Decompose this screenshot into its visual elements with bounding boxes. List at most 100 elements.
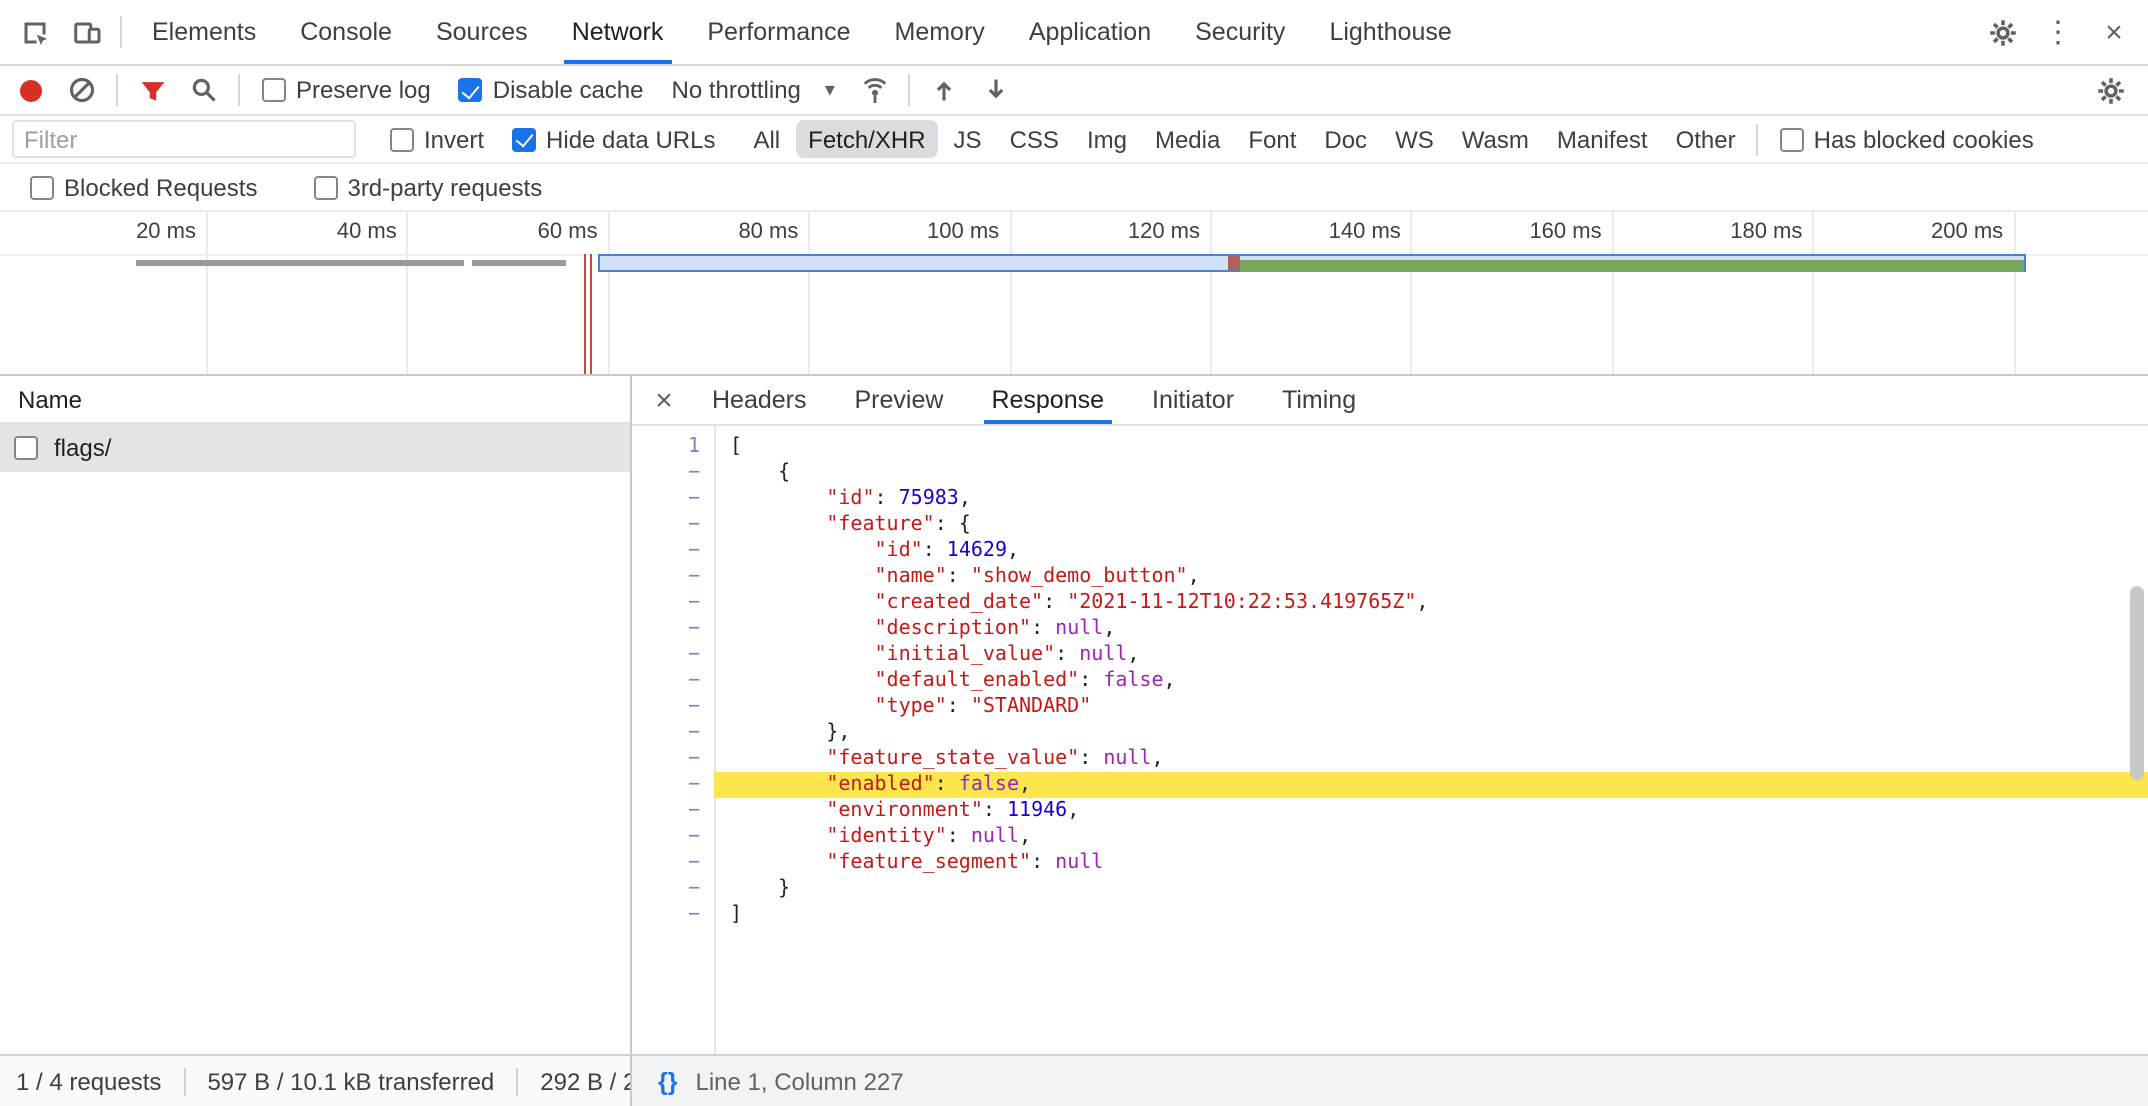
overview-request-bar-gray (136, 260, 464, 266)
tab-application[interactable]: Application (1007, 0, 1173, 64)
filter-pill-media[interactable]: Media (1143, 120, 1232, 158)
clear-network-log-icon[interactable] (56, 64, 108, 116)
filter-pill-js[interactable]: JS (942, 120, 994, 158)
checkbox-box[interactable] (512, 127, 536, 151)
tab-console[interactable]: Console (278, 0, 414, 64)
timeline-gridline (808, 212, 810, 374)
filter-pill-font[interactable]: Font (1236, 120, 1308, 158)
response-code-viewer[interactable]: 1[− {− "id": 75983,− "feature": {− "id":… (632, 426, 2148, 1054)
timeline-tick-label: 60 ms (438, 220, 598, 244)
line-content: ] (714, 902, 2148, 928)
tab-sources[interactable]: Sources (414, 0, 550, 64)
more-options-icon[interactable]: ⋮ (2032, 6, 2084, 58)
filter-pill-img[interactable]: Img (1075, 120, 1139, 158)
checkbox-box[interactable] (459, 78, 483, 102)
filter-pill-ws[interactable]: WS (1383, 120, 1446, 158)
timeline-tick-label: 160 ms (1442, 220, 1602, 244)
source-status-bar: {} Line 1, Column 227 (632, 1054, 2148, 1106)
invert-label: Invert (424, 125, 484, 153)
tab-elements[interactable]: Elements (130, 0, 278, 64)
filter-pill-css[interactable]: CSS (998, 120, 1071, 158)
line-content: }, (714, 720, 2148, 746)
details-tab-headers[interactable]: Headers (688, 376, 831, 424)
inspect-element-icon[interactable] (8, 6, 60, 58)
timeline-gridline (1812, 212, 1814, 374)
timeline-tick-label: 200 ms (1843, 220, 2003, 244)
blocked-requests-checkbox[interactable]: Blocked Requests (30, 173, 257, 201)
details-tab-response[interactable]: Response (967, 376, 1128, 424)
checkbox-box[interactable] (390, 127, 414, 151)
filter-input[interactable] (12, 120, 356, 158)
timeline-tick-label: 120 ms (1040, 220, 1200, 244)
throttling-dropdown[interactable]: No throttling ▾ (672, 76, 835, 104)
has-blocked-cookies-checkbox[interactable]: Has blocked cookies (1780, 125, 2034, 153)
timeline-tick-label: 180 ms (1642, 220, 1802, 244)
network-summary-bar: 1 / 4 requests 597 B / 10.1 kB transferr… (0, 1054, 630, 1106)
filter-pill-doc[interactable]: Doc (1312, 120, 1379, 158)
record-network-log-icon[interactable] (20, 79, 42, 101)
timeline-gridline (1612, 212, 1614, 374)
hide-data-urls-label: Hide data URLs (546, 125, 715, 153)
import-har-icon[interactable] (919, 64, 971, 116)
filter-funnel-icon[interactable] (126, 64, 178, 116)
timeline-gridline (206, 212, 208, 374)
load-event-line (590, 254, 592, 374)
details-tab-timing[interactable]: Timing (1258, 376, 1380, 424)
status-divider (183, 1067, 185, 1095)
hide-data-urls-checkbox[interactable]: Hide data URLs (512, 125, 715, 153)
disable-cache-checkbox[interactable]: Disable cache (459, 76, 644, 104)
tab-network[interactable]: Network (550, 0, 686, 64)
disable-cache-label: Disable cache (493, 76, 644, 104)
code-line: − "environment": 11946, (632, 798, 2148, 824)
preserve-log-label: Preserve log (296, 76, 431, 104)
close-devtools-icon[interactable]: × (2088, 6, 2140, 58)
checkbox-box[interactable] (30, 175, 54, 199)
timeline-gridline (1411, 212, 1413, 374)
line-content: "type": "STANDARD" (714, 694, 2148, 720)
tab-lighthouse[interactable]: Lighthouse (1307, 0, 1473, 64)
filter-pill-wasm[interactable]: Wasm (1450, 120, 1541, 158)
line-gutter: − (632, 798, 714, 824)
settings-gear-icon[interactable] (1976, 6, 2028, 58)
checkbox-box[interactable] (313, 175, 337, 199)
code-lines: 1[− {− "id": 75983,− "feature": {− "id":… (632, 434, 2148, 928)
name-column-header[interactable]: Name (0, 376, 630, 424)
tab-memory[interactable]: Memory (873, 0, 1007, 64)
code-line: − } (632, 876, 2148, 902)
line-gutter: − (632, 876, 714, 902)
code-line-highlighted: − "enabled": false, (632, 772, 2148, 798)
close-details-icon[interactable]: × (640, 383, 688, 417)
code-line: − "created_date": "2021-11-12T10:22:53.4… (632, 590, 2148, 616)
request-row-checkbox[interactable] (14, 436, 38, 460)
toggle-device-toolbar-icon[interactable] (60, 6, 112, 58)
search-icon[interactable] (178, 64, 230, 116)
network-settings-gear-icon[interactable] (2084, 64, 2136, 116)
filter-pill-all[interactable]: All (741, 120, 792, 158)
line-gutter: − (632, 642, 714, 668)
filter-pill-fetch-xhr[interactable]: Fetch/XHR (796, 120, 937, 158)
vertical-scrollbar[interactable] (2130, 586, 2144, 780)
request-row-flags[interactable]: flags/ (0, 424, 630, 472)
network-conditions-icon[interactable] (849, 64, 901, 116)
requests-count: 1 / 4 requests (0, 1067, 165, 1095)
details-tab-preview[interactable]: Preview (831, 376, 968, 424)
timeline-gridline (608, 212, 610, 374)
pretty-print-icon[interactable]: {} (658, 1067, 677, 1095)
network-overview-timeline[interactable]: 20 ms40 ms60 ms80 ms100 ms120 ms140 ms16… (0, 212, 2148, 376)
preserve-log-checkbox[interactable]: Preserve log (262, 76, 431, 104)
line-content: "feature": { (714, 512, 2148, 538)
tab-security[interactable]: Security (1173, 0, 1307, 64)
line-gutter: − (632, 460, 714, 486)
tab-performance[interactable]: Performance (685, 0, 872, 64)
filter-pill-manifest[interactable]: Manifest (1545, 120, 1660, 158)
checkbox-box[interactable] (1780, 127, 1804, 151)
filter-pill-other[interactable]: Other (1664, 120, 1748, 158)
details-tab-initiator[interactable]: Initiator (1128, 376, 1258, 424)
line-gutter: − (632, 850, 714, 876)
third-party-requests-checkbox[interactable]: 3rd-party requests (313, 173, 542, 201)
timeline-gridline (2013, 212, 2015, 374)
export-har-icon[interactable] (971, 64, 1023, 116)
pane-resize-handle[interactable] (630, 376, 632, 1106)
invert-checkbox[interactable]: Invert (390, 125, 484, 153)
checkbox-box[interactable] (262, 78, 286, 102)
